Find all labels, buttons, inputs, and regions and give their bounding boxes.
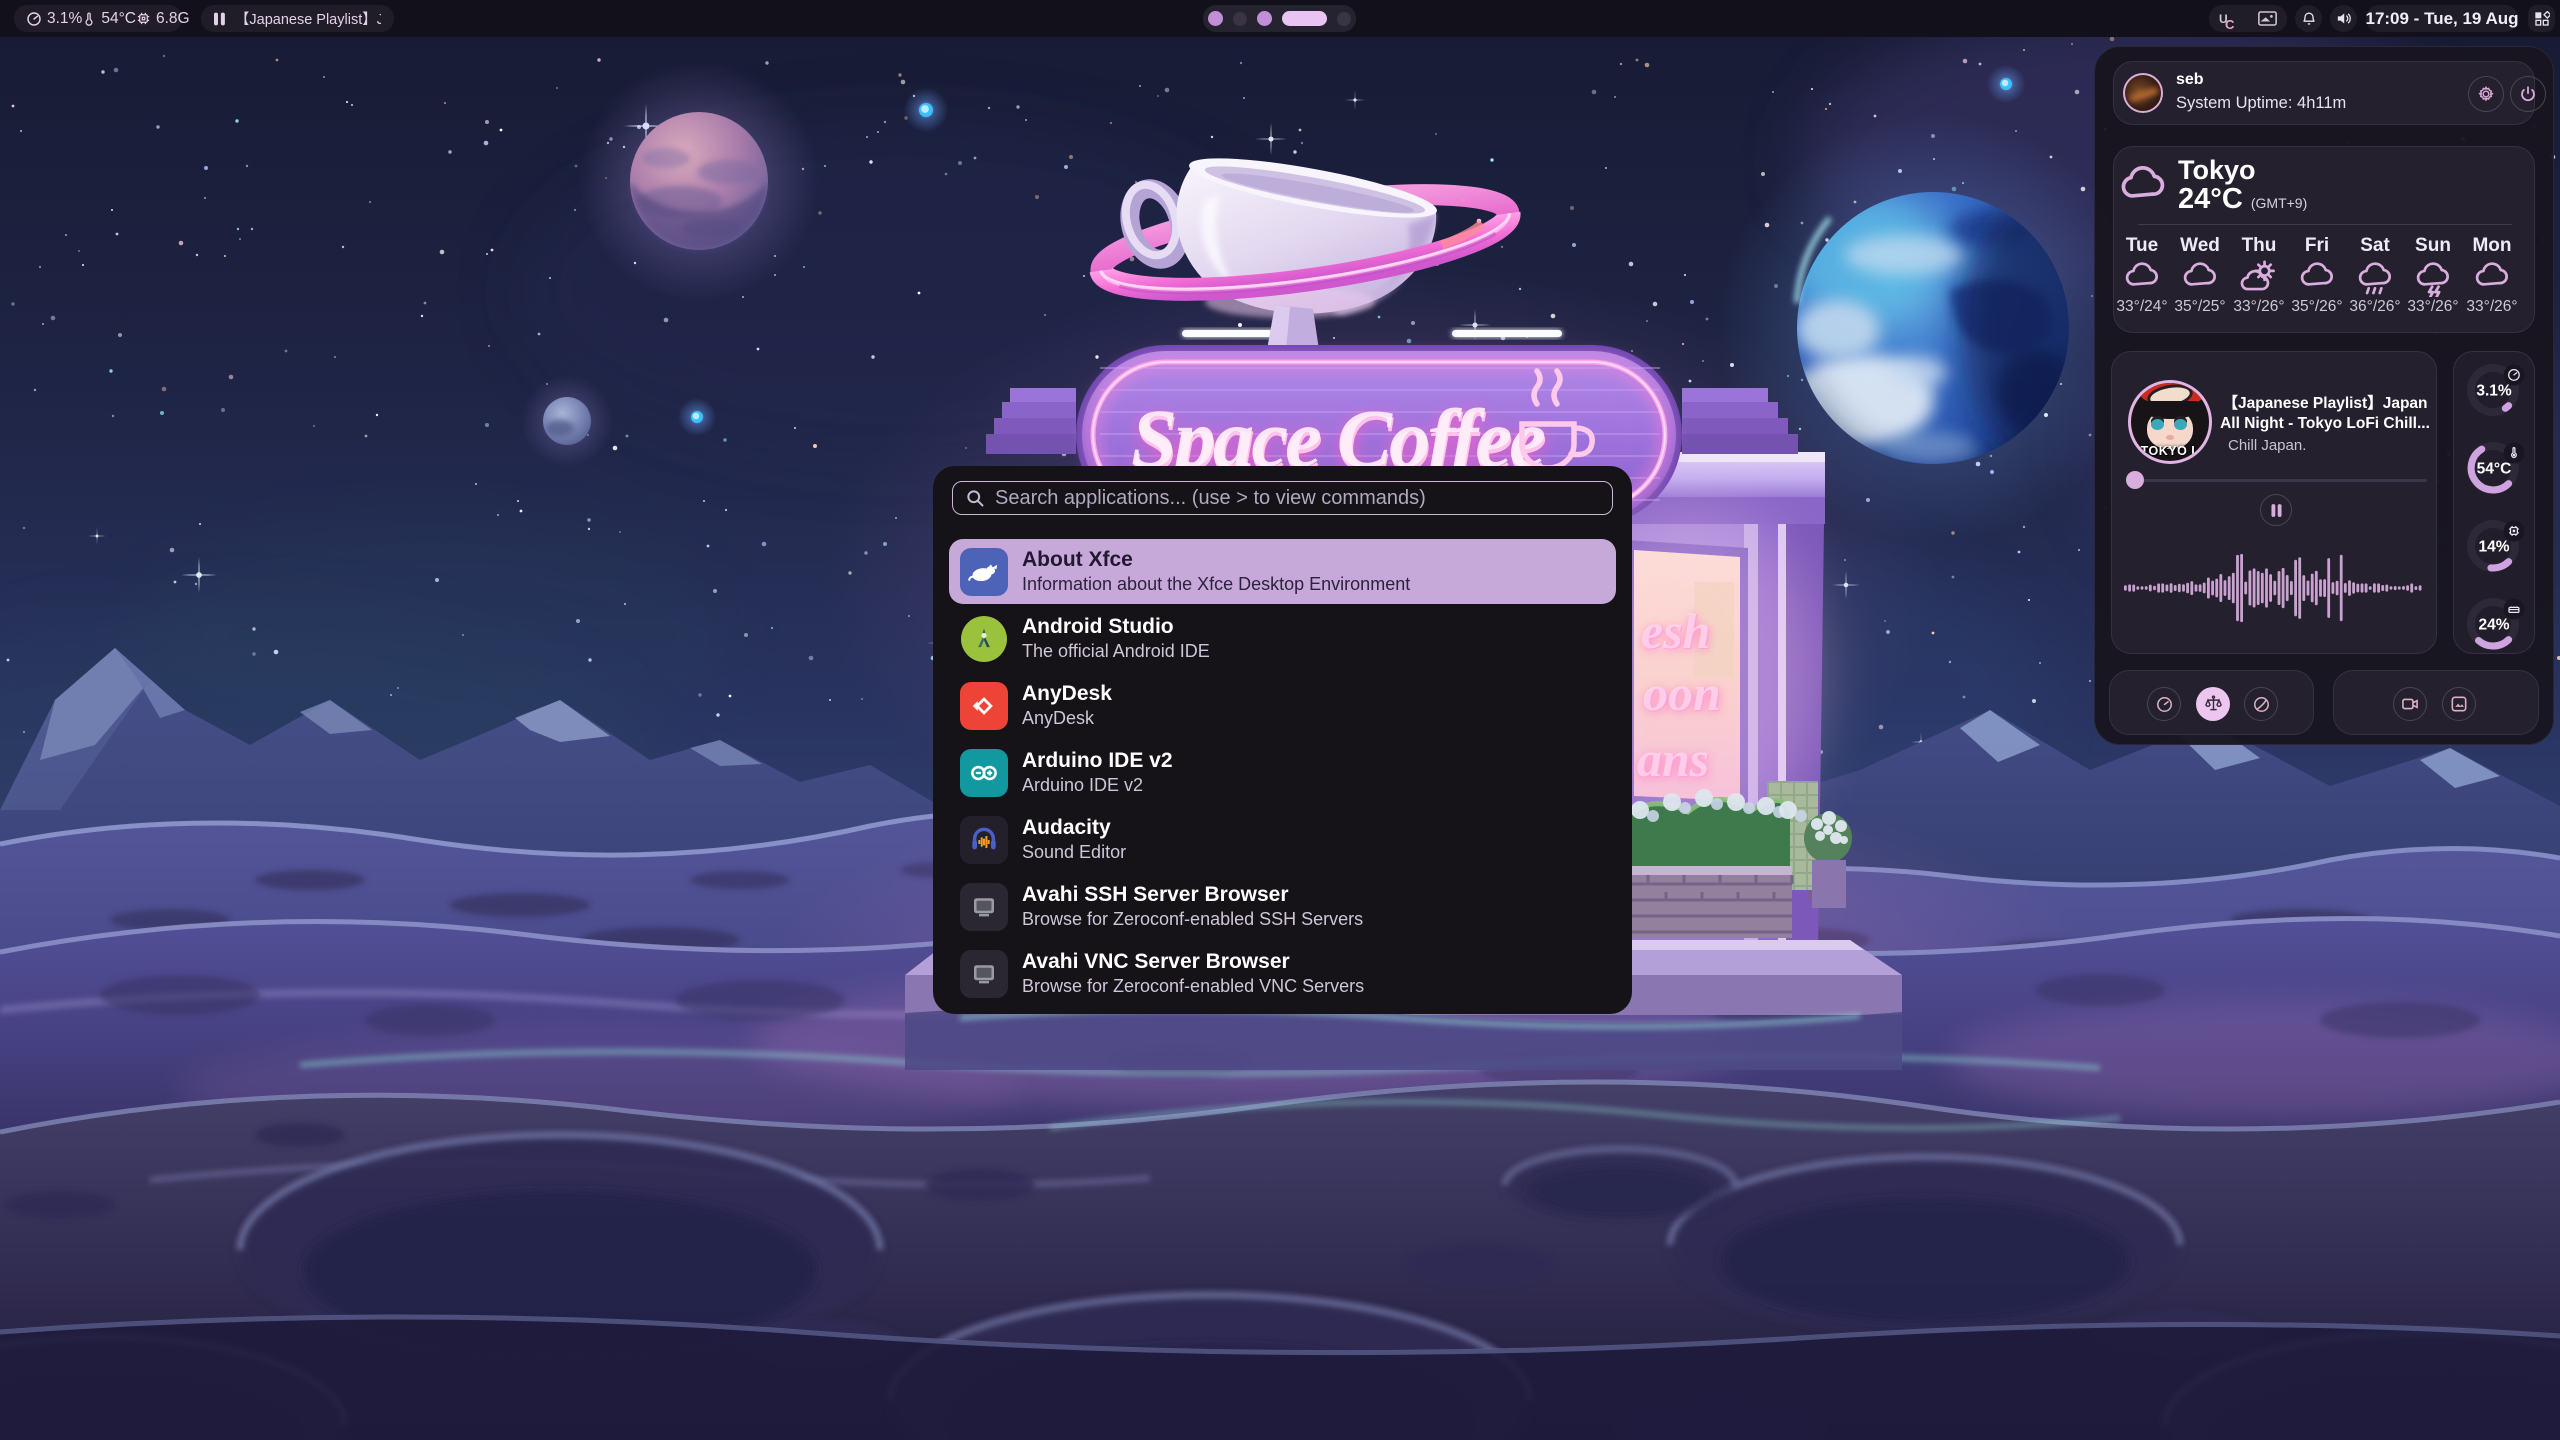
svg-text:3.1%: 3.1%	[2476, 383, 2512, 400]
svg-text:24%: 24%	[2478, 617, 2509, 634]
svg-text:14%: 14%	[2478, 539, 2509, 556]
svg-text:54°C: 54°C	[2477, 461, 2512, 478]
